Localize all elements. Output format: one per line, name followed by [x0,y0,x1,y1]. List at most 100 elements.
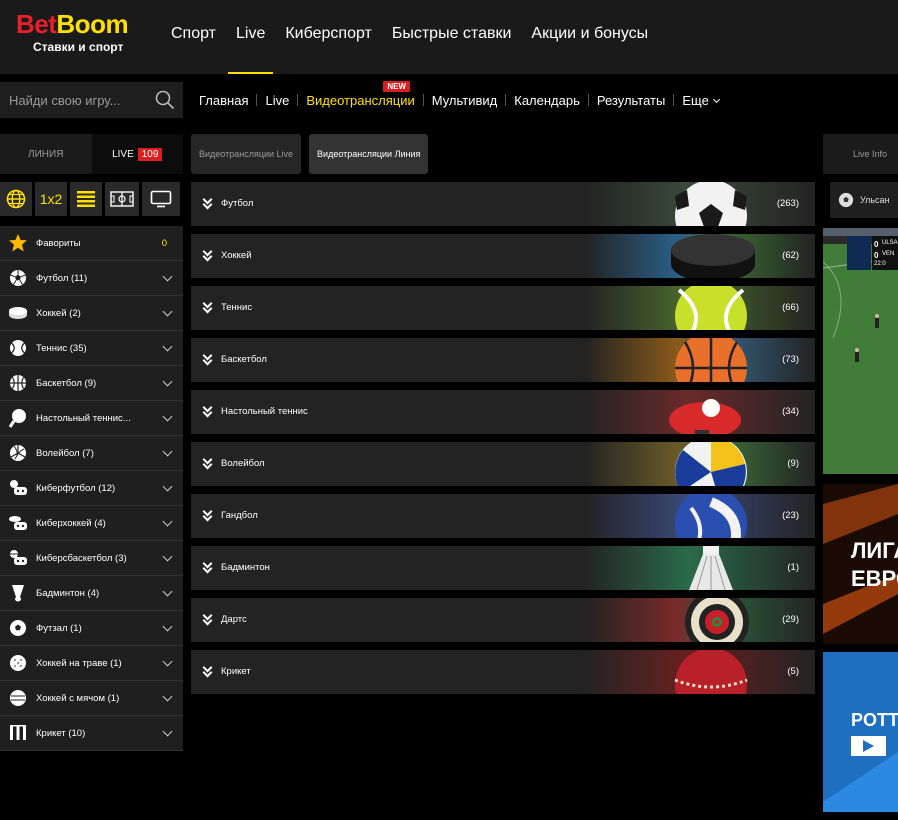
odds-1x2-label: 1x2 [39,191,63,207]
category-row-football[interactable]: Футбол (263) [191,182,815,226]
chevron-down-icon[interactable] [162,726,173,737]
category-name: Теннис [221,302,253,313]
sidebar-item-esports-basketball[interactable]: Киберсбаскетбол (3) [0,541,183,576]
chevron-down-icon[interactable] [162,306,173,317]
sub-nav-more[interactable]: Еще [682,93,720,108]
sidebar-item-badminton[interactable]: Бадминтон (4) [0,576,183,611]
match-name: Ульсан [860,195,890,205]
chevron-down-icon[interactable] [162,586,173,597]
sub-nav-multiview[interactable]: Мультивид [432,93,498,108]
category-row-badminton[interactable]: Бадминтон (1) [191,546,815,590]
top-bar: BetBoom Ставки и спорт Спорт Live Киберс… [0,0,898,74]
tab-video-line[interactable]: Видеотрансляции Линия [309,134,429,174]
sidebar-item-volleyball[interactable]: Волейбол (7) [0,436,183,471]
chevron-down-icon[interactable] [162,376,173,387]
main-nav-sport[interactable]: Спорт [171,0,216,74]
sidebar-item-esports-hockey[interactable]: Киберхоккей (4) [0,506,183,541]
main-nav-live[interactable]: Live [227,0,274,74]
sub-nav: Главная Live Видеотрансляции NEW Мультиви… [199,80,720,118]
chevron-down-icon [712,95,720,103]
sidebar-item-esports-football[interactable]: Киберфутбол (12) [0,471,183,506]
soccer-ball-icon [8,268,28,288]
category-row-volleyball[interactable]: Волейбол (9) [191,442,815,486]
field-icon[interactable] [105,182,139,216]
sub-nav-live[interactable]: Live [265,93,289,108]
chevron-down-icon[interactable] [162,271,173,282]
chevron-down-icon[interactable] [162,656,173,667]
chevron-down-icon[interactable] [162,481,173,492]
chevron-down-icon[interactable] [162,516,173,527]
basketball-icon [8,373,28,393]
sidebar-item-label: Футбол (11) [36,272,88,284]
category-row-handball[interactable]: Гандбол (23) [191,494,815,538]
esports-hockey-icon [8,513,28,533]
chevron-down-icon[interactable] [162,341,173,352]
logo-wordmark: BetBoom [16,9,129,39]
sidebar-item-basketball[interactable]: Баскетбол (9) [0,366,183,401]
sidebar-item-football[interactable]: Футбол (11) [0,261,183,296]
promo-banner-league[interactable]: ЛИГА ЕВРО [823,484,898,644]
match-clock: 22:0 [874,261,886,267]
sub-nav-home[interactable]: Главная [199,93,248,108]
filter-icons: 1x2 [0,182,183,218]
tab-live-info[interactable]: Live Info [823,134,898,174]
tab-line[interactable]: ЛИНИЯ [0,134,92,174]
chevron-down-icon[interactable] [162,446,173,457]
video-player[interactable]: 0 ULSA 0 VEN 22:0 [823,228,898,474]
category-row-basketball[interactable]: Баскетбол (73) [191,338,815,382]
chevron-down-icon[interactable] [162,551,173,562]
sub-nav-calendar[interactable]: Календарь [514,93,580,108]
promo-banner-potter[interactable]: POTTER [823,652,898,812]
tennis-ball-icon [675,286,747,330]
team-away: VEN [882,251,895,257]
main-nav-promotions[interactable]: Акции и бонусы [531,0,648,74]
sidebar-item-table-tennis[interactable]: Настольный теннис... [0,401,183,436]
sidebar-item-tennis[interactable]: Теннис (35) [0,331,183,366]
sidebar-item-hockey[interactable]: Хоккей (2) [0,296,183,331]
tab-live[interactable]: LIVE 109 [91,134,183,174]
tab-video-live-label: Видеотрансляции Live [199,149,294,159]
sidebar-item-favorites[interactable]: Фавориты 0 [0,226,183,261]
main-nav-esports[interactable]: Киберспорт [285,0,371,74]
tab-video-live[interactable]: Видеотрансляции Live [191,134,302,174]
category-row-cricket[interactable]: Крикет (5) [191,650,815,694]
sidebar-item-field-hockey[interactable]: Хоккей на траве (1) [0,646,183,681]
left-tabs: ЛИНИЯ LIVE 109 [0,134,183,174]
sub-nav-results[interactable]: Результаты [597,93,665,108]
live-match-selector[interactable]: Ульсан [830,182,898,218]
chevron-down-icon[interactable] [162,621,173,632]
play-icon[interactable] [851,736,886,756]
chevron-down-icon[interactable] [162,411,173,422]
main-nav-fast-bets[interactable]: Быстрые ставки [392,0,512,74]
sidebar-item-label: Баскетбол (9) [36,377,97,389]
sidebar-item-cricket[interactable]: Крикет (10) [0,716,183,751]
bandy-ball-icon [8,688,28,708]
list-icon[interactable] [70,182,102,216]
monitor-icon[interactable] [142,182,180,216]
odds-1x2-button[interactable]: 1x2 [35,182,67,216]
expand-icon [202,301,214,315]
video-frame [823,228,898,474]
cricket-icon [8,723,28,743]
score-home: 0 [874,240,879,249]
volleyball-icon [675,442,747,486]
search-icon[interactable] [155,90,175,110]
sidebar-item-bandy[interactable]: Хоккей с мячом (1) [0,681,183,716]
category-row-darts[interactable]: Дартс (29) [191,598,815,642]
category-row-hockey[interactable]: Хоккей (62) [191,234,815,278]
category-count: (5) [787,666,799,677]
search-input[interactable] [0,82,145,118]
expand-icon [202,457,214,471]
sidebar-item-futsal[interactable]: Футзал (1) [0,611,183,646]
globe-icon[interactable] [0,182,32,216]
category-count: (34) [782,406,799,417]
category-count: (29) [782,614,799,625]
logo[interactable]: BetBoom Ставки и спорт [16,10,151,54]
category-row-table-tennis[interactable]: Настольный теннис (34) [191,390,815,434]
sidebar-item-label: Крикет (10) [36,727,86,739]
sub-nav-video[interactable]: Видеотрансляции NEW [306,80,415,108]
category-row-tennis[interactable]: Теннис (66) [191,286,815,330]
expand-icon [202,197,214,211]
promo-background [823,652,898,812]
chevron-down-icon[interactable] [162,691,173,702]
